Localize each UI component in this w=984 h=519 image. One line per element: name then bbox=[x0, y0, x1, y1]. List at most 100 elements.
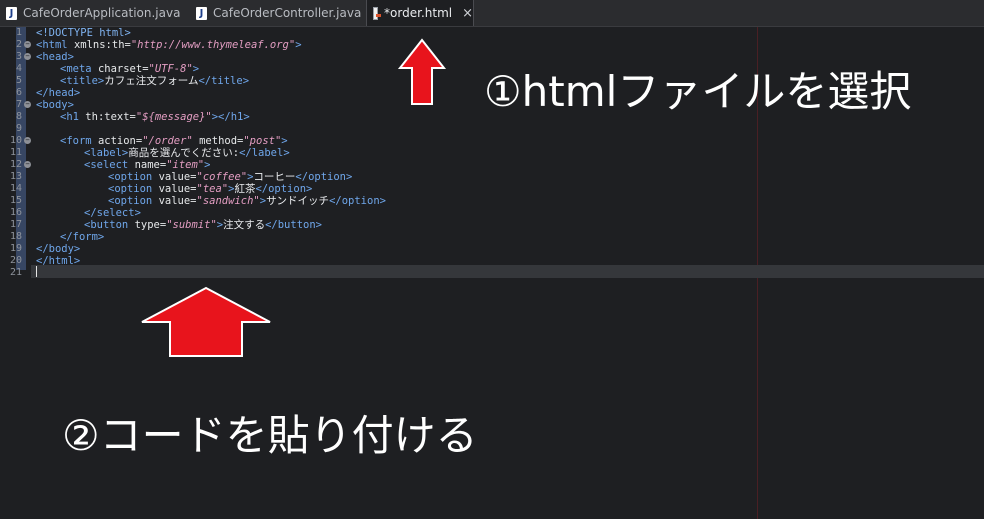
line-number: 15 bbox=[9, 195, 22, 206]
line-number: 5 bbox=[15, 75, 22, 86]
code-line: <option value="sandwich">サンドイッチ</option> bbox=[108, 195, 386, 207]
code-token: type= bbox=[134, 219, 167, 231]
code-token: <option bbox=[108, 195, 159, 207]
line-number: 16 bbox=[9, 207, 22, 218]
line-number: 3 bbox=[15, 51, 22, 62]
code-token: "coffee" bbox=[196, 171, 248, 183]
code-token: </title> bbox=[198, 75, 250, 87]
tab-cafe-order-application[interactable]: J CafeOrderApplication.java bbox=[6, 0, 181, 26]
line-number: 6 bbox=[15, 87, 22, 98]
code-line: <option value="coffee">コーヒー</option> bbox=[108, 171, 352, 183]
code-line: <label>商品を選んでください:</label> bbox=[84, 147, 290, 159]
code-token: 商品を選んでください: bbox=[128, 147, 240, 159]
code-token: <select bbox=[84, 159, 135, 171]
code-token: </html> bbox=[36, 255, 81, 267]
fold-toggle-icon[interactable]: − bbox=[24, 101, 31, 108]
line-number: 11 bbox=[9, 147, 22, 158]
code-token: コーヒー bbox=[253, 171, 296, 183]
code-line: </form> bbox=[60, 231, 104, 243]
code-token: <html bbox=[36, 39, 74, 51]
line-number-gutter: 1 2 3 4 5 6 7 8 9 10 11 12 13 14 15 16 1… bbox=[0, 27, 31, 519]
html-file-icon bbox=[373, 6, 382, 20]
code-token: 注文する bbox=[223, 219, 266, 231]
tab-order-html[interactable]: *order.html × bbox=[366, 0, 474, 26]
code-token: </option> bbox=[295, 171, 353, 183]
step1-annotation: ①htmlファイルを選択 bbox=[484, 67, 912, 116]
code-token: value= bbox=[158, 195, 197, 207]
arrow-up-large-icon bbox=[141, 286, 271, 357]
line-number: 20 bbox=[9, 255, 22, 266]
line-number: 8 bbox=[15, 111, 22, 122]
code-token: value= bbox=[158, 171, 197, 183]
code-token: 紅茶 bbox=[234, 183, 256, 195]
close-tab-icon[interactable]: × bbox=[462, 6, 473, 21]
code-token: name= bbox=[134, 159, 167, 171]
code-token: </body> bbox=[36, 243, 81, 255]
code-line: </select> bbox=[84, 207, 141, 219]
code-token: サンドイッチ bbox=[266, 195, 330, 207]
code-token: "${message}" bbox=[135, 111, 212, 123]
code-token: <label> bbox=[84, 147, 129, 159]
code-token: <option bbox=[108, 171, 159, 183]
code-token: charset= bbox=[97, 63, 149, 75]
fold-toggle-icon[interactable]: − bbox=[24, 161, 31, 168]
line-number: 18 bbox=[9, 231, 22, 242]
code-line: <!DOCTYPE html> bbox=[36, 27, 131, 39]
code-token: <button bbox=[84, 219, 135, 231]
code-token: method= bbox=[192, 135, 244, 147]
code-line: </body> bbox=[36, 243, 80, 255]
code-token: "http://www.thymeleaf.org" bbox=[130, 39, 296, 51]
code-token: </head> bbox=[36, 87, 81, 99]
current-line-highlight bbox=[31, 265, 984, 278]
code-token: xmlns:th= bbox=[73, 39, 131, 51]
code-line: <meta charset="UTF-8"> bbox=[60, 63, 199, 75]
line-number: 4 bbox=[15, 63, 22, 74]
line-number: 12 bbox=[9, 159, 22, 170]
code-token: <body> bbox=[36, 99, 74, 111]
line-number: 17 bbox=[9, 219, 22, 230]
code-line: <h1 th:text="${message}"></h1> bbox=[60, 111, 250, 123]
code-token: "post" bbox=[243, 135, 282, 147]
code-line: <body> bbox=[36, 99, 74, 111]
code-line: <title>カフェ注文フォーム</title> bbox=[60, 75, 249, 87]
code-token: <form bbox=[60, 135, 98, 147]
step2-annotation: ②コードを貼り付ける bbox=[62, 411, 478, 460]
code-token: > bbox=[295, 39, 302, 51]
line-number: 14 bbox=[9, 183, 22, 194]
fold-toggle-icon[interactable]: − bbox=[24, 41, 31, 48]
code-token: > bbox=[204, 159, 211, 171]
code-token: > bbox=[192, 63, 200, 75]
code-token: <title> bbox=[60, 75, 105, 87]
code-line: </html> bbox=[36, 255, 80, 267]
editor-tab-bar: J CafeOrderApplication.java J CafeOrderC… bbox=[0, 0, 984, 27]
code-token: value= bbox=[158, 183, 197, 195]
tab-label: *order.html bbox=[384, 6, 453, 20]
line-number: 9 bbox=[15, 123, 22, 134]
code-token: > bbox=[281, 135, 288, 147]
code-token: <meta bbox=[60, 63, 98, 75]
tab-cafe-order-controller[interactable]: J CafeOrderController.java bbox=[196, 0, 366, 26]
line-number: 7 bbox=[15, 99, 22, 110]
code-token: <h1 bbox=[60, 111, 86, 123]
fold-toggle-icon[interactable]: − bbox=[24, 53, 31, 60]
code-token: "item" bbox=[166, 159, 205, 171]
line-number: 2 bbox=[15, 39, 22, 50]
line-number: 10 bbox=[9, 135, 22, 146]
code-line: </head> bbox=[36, 87, 80, 99]
code-token: </button> bbox=[265, 219, 322, 231]
code-line: <head> bbox=[36, 51, 74, 63]
code-line: <button type="submit">注文する</button> bbox=[84, 219, 322, 231]
code-line: <select name="item"> bbox=[84, 159, 210, 171]
java-file-icon: J bbox=[6, 6, 17, 20]
line-number: 19 bbox=[9, 243, 22, 254]
code-token: "/order" bbox=[142, 135, 193, 147]
code-token: "submit" bbox=[166, 219, 217, 231]
code-token: </select> bbox=[84, 207, 141, 219]
code-token: "UTF-8" bbox=[148, 63, 193, 75]
code-token: action= bbox=[97, 135, 143, 147]
line-number: 1 bbox=[15, 27, 22, 38]
code-token: <head> bbox=[36, 51, 74, 63]
code-token: th:text= bbox=[85, 111, 136, 123]
fold-toggle-icon[interactable]: − bbox=[24, 137, 31, 144]
code-token: <!DOCTYPE html> bbox=[36, 27, 131, 39]
